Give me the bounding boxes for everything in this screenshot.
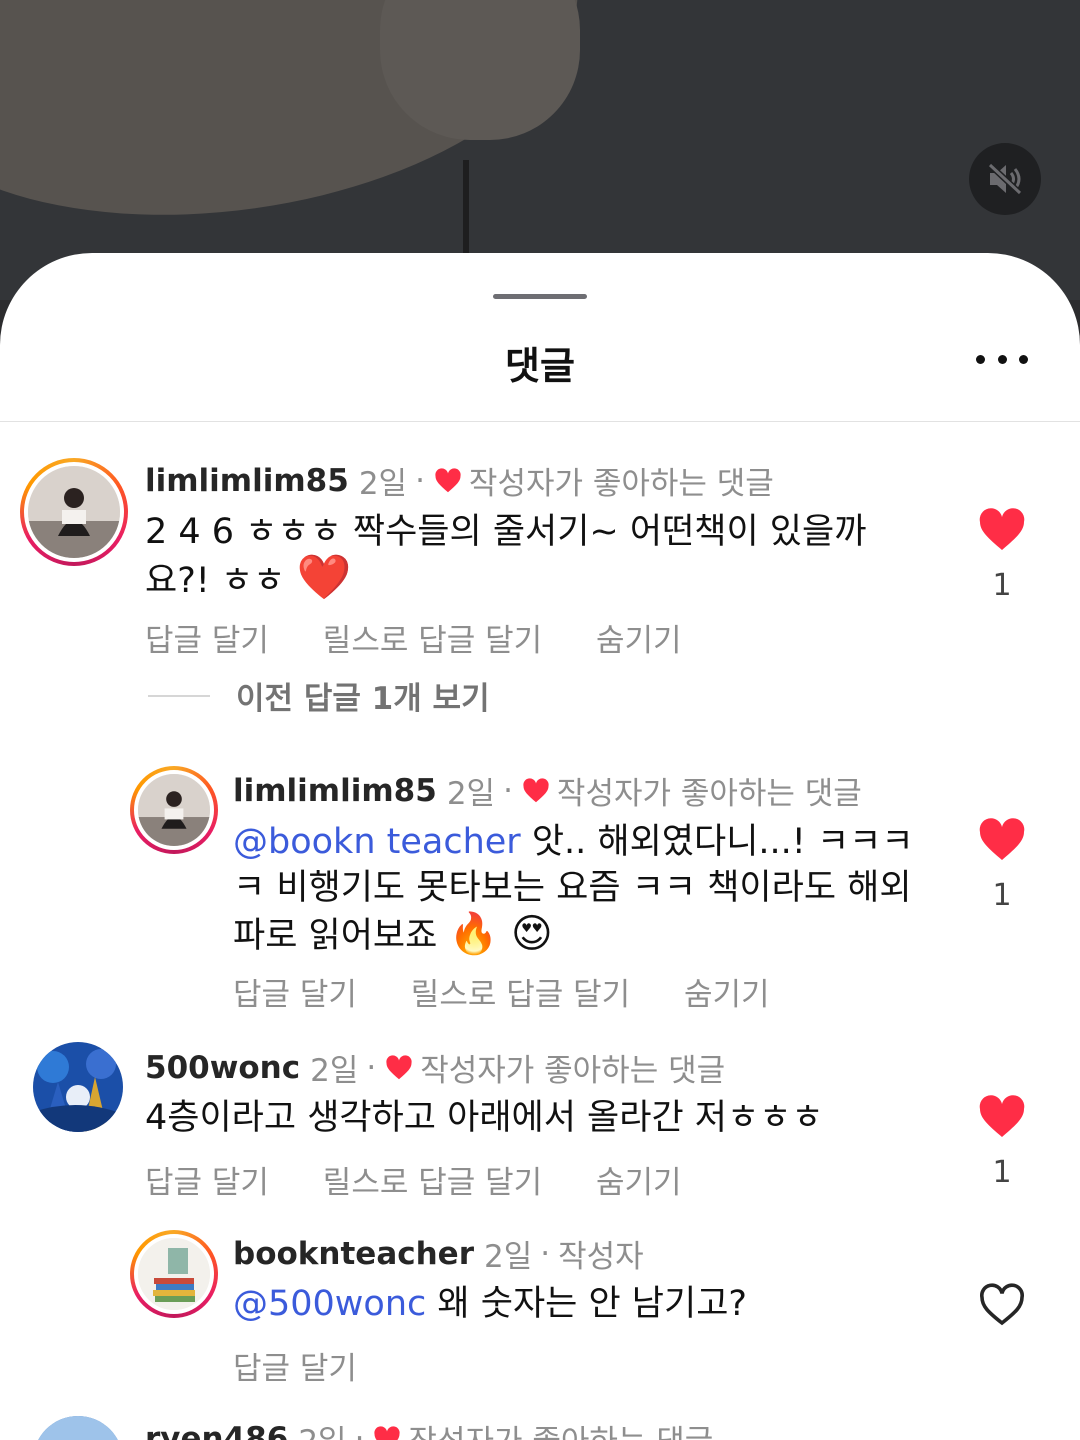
user-photo (33, 1042, 123, 1132)
comment-meta: 500wonc 2일 · 작성자가 좋아하는 댓글 (145, 1045, 725, 1090)
user-photo (138, 774, 210, 846)
author-tag: 작성자 (558, 1239, 644, 1275)
like-button[interactable] (977, 1283, 1027, 1331)
hide-button[interactable]: 숨기기 (684, 977, 770, 1013)
meta-separator: · (503, 772, 513, 809)
sheet-title: 댓글 (505, 344, 575, 388)
user-photo (28, 466, 120, 558)
comment-time: 2일 (358, 466, 408, 502)
comment-actions: 답글 달기 릴스로 답글 달기 숨기기 (145, 615, 726, 660)
sheet-grabber[interactable] (493, 294, 587, 299)
comment-time: 2일 (484, 1239, 533, 1275)
username[interactable]: booknteacher (233, 1236, 474, 1272)
meta-separator: · (366, 1049, 377, 1086)
hide-button[interactable]: 숨기기 (596, 1165, 682, 1201)
comment-text: @bookn teacher 앗.. 해외였다니...! ㅋㅋㅋㅋ 비행기도 못… (233, 819, 923, 959)
reply-with-reel-button[interactable]: 릴스로 답글 달기 (323, 623, 542, 659)
reply-with-reel-button[interactable]: 릴스로 답글 달기 (323, 1165, 542, 1201)
creator-liked-heart-icon (386, 1054, 412, 1079)
comment-actions: 답글 달기 (233, 1343, 401, 1388)
comment-meta: ryen486 2일 · 작성자가 좋아하는 댓글 (145, 1416, 713, 1440)
header-divider (0, 421, 1080, 422)
like-button[interactable]: 1 (977, 508, 1027, 603)
comment-text: 4층이라고 생각하고 아래에서 올라간 저ㅎㅎㅎ (145, 1098, 824, 1138)
heart-icon (979, 508, 1025, 550)
creator-liked-label: 작성자가 좋아하는 댓글 (556, 776, 862, 812)
reply-button[interactable]: 답글 달기 (233, 977, 357, 1013)
username[interactable]: 500wonc (145, 1050, 300, 1086)
creator-liked-label: 작성자가 좋아하는 댓글 (420, 1053, 726, 1089)
comments-sheet: 댓글 limlimlim85 2일 · 작성자가 좋아하는 댓글 2 4 6 ㅎ… (0, 253, 1080, 1440)
comment-text-body: 왜 숫자는 안 남기고? (437, 1284, 747, 1324)
comment-meta: booknteacher 2일 · 작성자 (233, 1231, 644, 1276)
heart-icon (979, 1095, 1025, 1137)
like-count: 1 (992, 568, 1012, 603)
mention-link[interactable]: @500wonc (233, 1284, 426, 1324)
speaker-muted-icon (987, 162, 1023, 196)
comment-text-body: 2 4 6 ㅎㅎㅎ 짝수들의 줄서기~ 어떤책이 있을까요?! ㅎㅎ (145, 512, 867, 601)
hide-button[interactable]: 숨기기 (596, 623, 682, 659)
creator-liked-heart-icon (523, 777, 549, 802)
username[interactable]: ryen486 (145, 1421, 288, 1440)
view-previous-label: 이전 답글 1개 보기 (236, 681, 490, 717)
comment-actions: 답글 달기 릴스로 답글 달기 숨기기 (233, 969, 814, 1014)
avatar[interactable] (33, 1042, 123, 1132)
mute-button[interactable] (969, 143, 1041, 215)
heart-icon (979, 818, 1025, 860)
mention-link[interactable]: @bookn teacher (233, 822, 521, 862)
comment-meta: limlimlim85 2일 · 작성자가 좋아하는 댓글 (145, 458, 774, 503)
creator-liked-heart-icon (374, 1425, 401, 1440)
view-previous-replies-button[interactable]: 이전 답글 1개 보기 (148, 673, 490, 718)
reply-with-reel-button[interactable]: 릴스로 답글 달기 (411, 977, 630, 1013)
avatar[interactable] (130, 766, 218, 854)
meta-separator: · (415, 462, 425, 499)
heart-outline-icon (980, 1283, 1024, 1326)
comment-actions: 답글 달기 릴스로 답글 달기 숨기기 (145, 1157, 726, 1202)
creator-liked-label: 작성자가 좋아하는 댓글 (408, 1416, 713, 1440)
username[interactable]: limlimlim85 (233, 773, 437, 809)
avatar[interactable] (130, 1230, 218, 1318)
thread-line (148, 694, 210, 697)
meta-separator: · (540, 1235, 551, 1272)
avatar[interactable] (20, 458, 128, 566)
user-photo (138, 1238, 210, 1310)
more-options-button[interactable] (976, 349, 1028, 369)
reply-button[interactable]: 답글 달기 (145, 1165, 269, 1201)
comment-time: 2일 (446, 776, 496, 812)
meta-separator: · (354, 1420, 365, 1440)
reply-button[interactable]: 답글 달기 (145, 623, 269, 659)
comment-time: 2일 (310, 1053, 359, 1089)
comment-time: 2일 (298, 1416, 346, 1440)
comment-meta: limlimlim85 2일 · 작성자가 좋아하는 댓글 (233, 768, 862, 813)
comment-text: @500wonc 왜 숫자는 안 남기고? (233, 1281, 933, 1327)
creator-liked-heart-icon (435, 467, 461, 492)
reply-button[interactable]: 답글 달기 (233, 1351, 357, 1387)
avatar[interactable] (33, 1416, 123, 1440)
username[interactable]: limlimlim85 (145, 463, 349, 499)
like-count: 1 (992, 1155, 1012, 1190)
more-horizontal-icon (976, 354, 985, 364)
creator-liked-label: 작성자가 좋아하는 댓글 (468, 466, 774, 502)
like-button[interactable]: 1 (977, 1095, 1027, 1190)
user-photo (33, 1416, 123, 1440)
like-count: 1 (992, 878, 1012, 913)
red-heart-emoji: ❤️ (296, 552, 352, 603)
like-button[interactable]: 1 (977, 818, 1027, 913)
fire-heart-eyes-emoji: 🔥 😍 (448, 911, 553, 957)
comment-text: 2 4 6 ㅎㅎㅎ 짝수들의 줄서기~ 어떤책이 있을까요?! ㅎㅎ ❤️ (145, 509, 905, 604)
